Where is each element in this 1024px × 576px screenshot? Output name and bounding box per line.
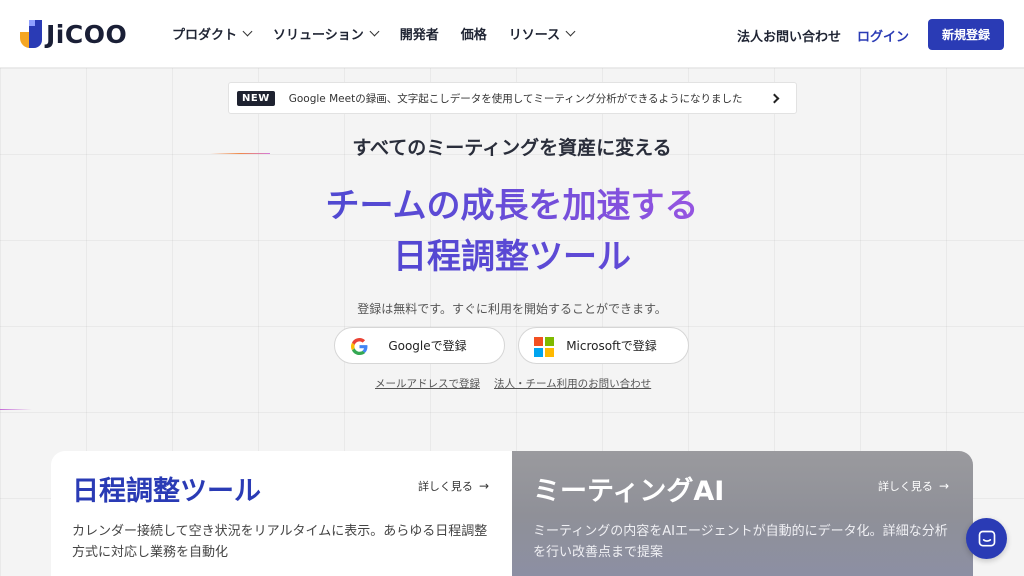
team-contact-link[interactable]: 法人・チーム利用のお問い合わせ xyxy=(494,376,651,391)
chevron-down-icon xyxy=(565,26,576,37)
nav-item-developer[interactable]: 開発者 xyxy=(400,24,439,43)
microsoft-signup-button[interactable]: Microsoftで登録 xyxy=(518,327,689,364)
decorative-glow-line xyxy=(0,409,32,410)
hero-headline-line-2: 日程調整ツール xyxy=(0,229,1024,278)
new-badge: NEW xyxy=(237,90,275,106)
card-title: ミーティングAI xyxy=(533,476,725,507)
logo-mark-icon xyxy=(20,20,42,48)
news-banner[interactable]: NEW Google Meetの録画、文字起こしデータを使用してミーティング分析… xyxy=(228,82,797,114)
news-text: Google Meetの録画、文字起こしデータを使用してミーティング分析ができる… xyxy=(288,92,743,105)
arrow-right-icon: → xyxy=(478,479,489,493)
chevron-down-icon xyxy=(242,26,253,37)
card-description: カレンダー接続して空き状況をリアルタイムに表示。あらゆる日程調整方式に対応し業務… xyxy=(72,524,488,560)
card-description: ミーティングの内容をAIエージェントが自動的にデータ化。詳細な分析を行い改善点ま… xyxy=(533,524,948,560)
learn-more-link[interactable]: 詳しく見る → xyxy=(418,478,489,494)
chevron-right-icon xyxy=(769,93,780,104)
google-signup-button[interactable]: Googleで登録 xyxy=(334,327,505,364)
learn-more-link[interactable]: 詳しく見る → xyxy=(878,478,949,494)
logo-text: JiCOO xyxy=(46,19,128,49)
nav-item-resources[interactable]: リソース xyxy=(509,24,576,43)
login-link[interactable]: ログイン xyxy=(857,26,909,45)
free-signup-note: 登録は無料です。すぐに利用を開始することができます。 xyxy=(357,302,667,316)
arrow-right-icon: → xyxy=(938,479,949,493)
nav-item-solution[interactable]: ソリューション xyxy=(273,24,380,43)
meeting-ai-card[interactable]: ミーティングAI 詳しく見る → ミーティングの内容をAIエージェントが自動的にデ… xyxy=(512,451,973,576)
chat-bubble-icon xyxy=(978,530,995,546)
main-nav: プロダクト ソリューション 開発者 価格 リソース xyxy=(172,24,596,43)
scheduling-tool-card[interactable]: 日程調整ツール 詳しく見る → カレンダー接続して空き状況をリアルタイムに表示。あ… xyxy=(51,451,513,576)
signup-button[interactable]: 新規登録 xyxy=(928,19,1004,50)
nav-item-pricing[interactable]: 価格 xyxy=(461,24,487,43)
microsoft-signup-label: Microsoftで登録 xyxy=(566,339,657,353)
google-signup-label: Googleで登録 xyxy=(388,339,467,353)
card-title: 日程調整ツール xyxy=(72,476,261,507)
hero-headline-line-1: チームの成長を加速する xyxy=(0,178,1024,227)
email-signup-link[interactable]: メールアドレスで登録 xyxy=(375,376,480,391)
nav-item-product[interactable]: プロダクト xyxy=(172,24,253,43)
chat-support-button[interactable] xyxy=(966,518,1007,559)
hero-subtitle: すべてのミーティングを資産に変える xyxy=(352,137,672,159)
chevron-down-icon xyxy=(369,26,380,37)
corporate-contact-link[interactable]: 法人お問い合わせ xyxy=(737,26,841,45)
jicoo-logo[interactable]: JiCOO xyxy=(20,18,127,50)
site-header: JiCOO プロダクト ソリューション 開発者 価格 リソース 法人お問い合わせ… xyxy=(0,0,1024,68)
